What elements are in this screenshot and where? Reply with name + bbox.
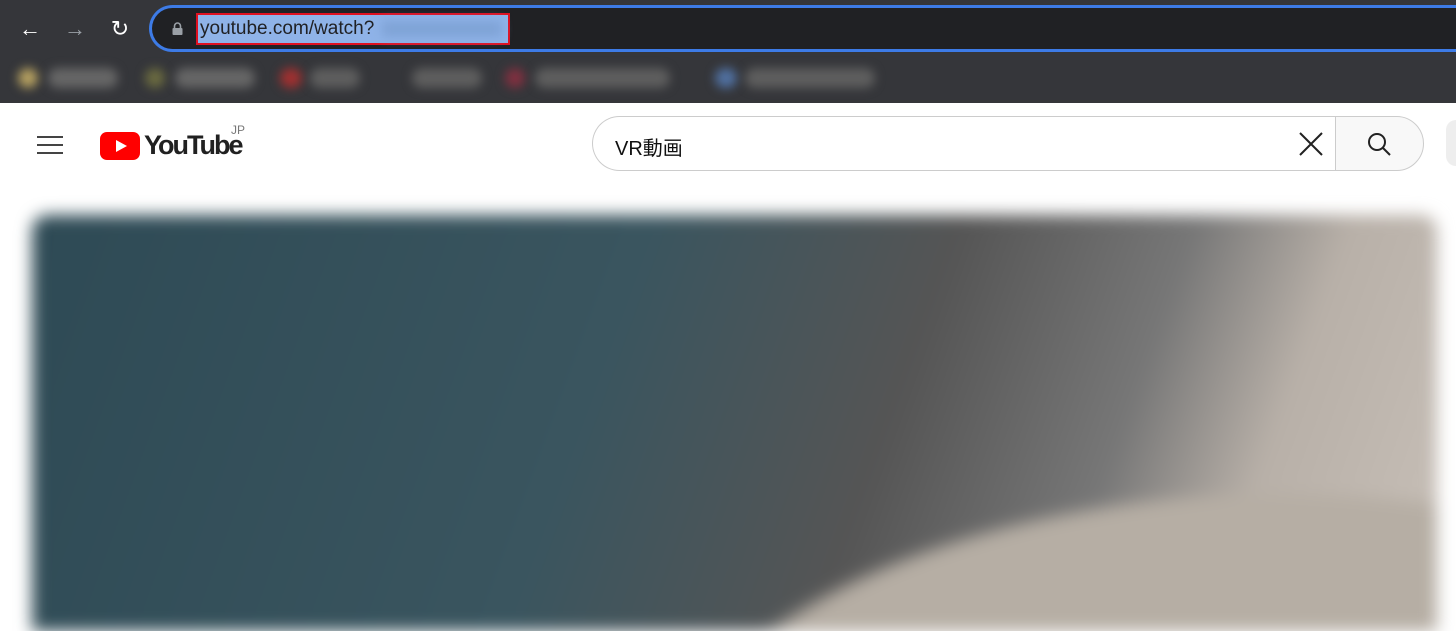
bookmark-icon[interactable] <box>715 68 737 88</box>
bookmark-icon[interactable] <box>18 68 38 88</box>
logo-text: YouTube <box>144 130 243 160</box>
bookmark[interactable] <box>412 68 482 88</box>
url-value: youtube.com/watch? <box>200 18 375 39</box>
address-bar[interactable]: youtube.com/watch? <box>149 5 1456 52</box>
close-icon[interactable] <box>1296 129 1326 159</box>
forward-button[interactable]: → <box>60 14 90 44</box>
reload-button[interactable]: ↻ <box>105 14 135 44</box>
arrow-left-icon: ← <box>19 16 41 41</box>
search-query: VR動画 <box>615 138 683 160</box>
youtube-play-logo-icon <box>100 132 140 160</box>
search-button[interactable] <box>1335 116 1424 171</box>
hamburger-icon[interactable] <box>37 136 63 156</box>
region-label: JP <box>231 123 246 137</box>
bookmark[interactable] <box>175 68 255 88</box>
bookmark[interactable] <box>48 68 118 88</box>
bookmark-icon[interactable] <box>505 68 525 88</box>
reload-icon: ↻ <box>110 16 130 41</box>
search-input[interactable]: VR動画 <box>592 116 1336 171</box>
url-text[interactable]: youtube.com/watch? <box>196 13 510 45</box>
blurred-url-part <box>382 20 503 37</box>
bookmark-icon[interactable] <box>145 68 165 88</box>
youtube-logo[interactable]: YouTube JP <box>100 123 250 162</box>
bookmark-icon[interactable] <box>280 68 302 88</box>
lock-icon <box>172 22 183 35</box>
back-button[interactable]: ← <box>15 14 45 44</box>
bookmark[interactable] <box>310 68 360 88</box>
arrow-right-icon: → <box>64 16 86 41</box>
youtube-page: YouTube JP VR動画 <box>0 103 1456 631</box>
bookmark[interactable] <box>535 68 670 88</box>
video-player[interactable] <box>32 215 1437 631</box>
bookmark[interactable] <box>745 68 875 88</box>
bookmarks-bar <box>0 58 1456 98</box>
avatar[interactable] <box>1446 120 1456 166</box>
search-icon <box>1368 133 1391 156</box>
browser-chrome: ← → ↻ youtube.com/watch? <box>0 0 1456 103</box>
